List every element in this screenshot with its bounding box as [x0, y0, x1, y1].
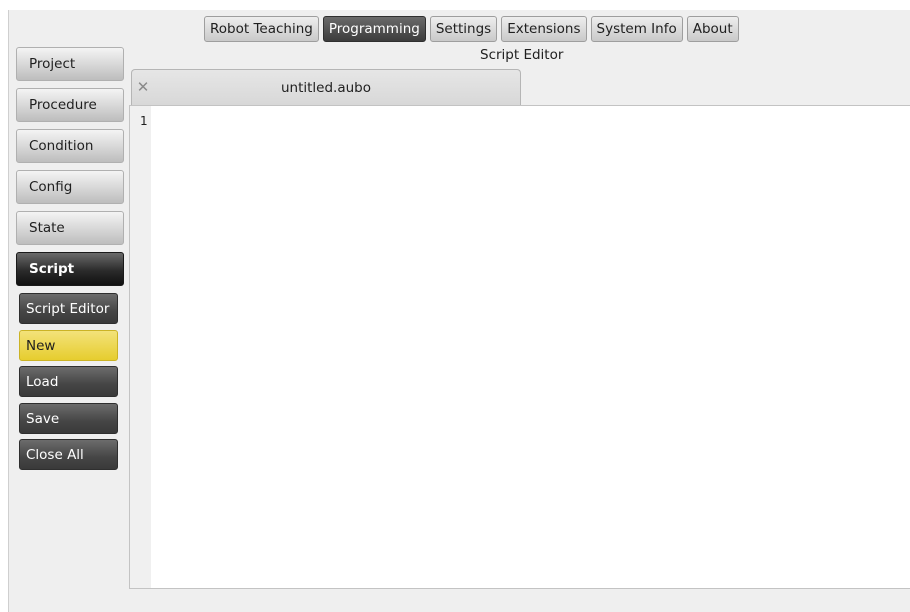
- tab-settings[interactable]: Settings: [429, 16, 498, 42]
- line-number: 1: [140, 114, 148, 128]
- tab-about[interactable]: About: [686, 16, 739, 42]
- save-button[interactable]: Save: [19, 403, 118, 434]
- editor-title: Script Editor: [480, 47, 564, 63]
- tab-programming[interactable]: Programming: [322, 16, 426, 42]
- load-button[interactable]: Load: [19, 366, 118, 397]
- sidebar-item-condition[interactable]: Condition: [16, 129, 124, 163]
- script-editor[interactable]: 1: [129, 105, 910, 589]
- file-tab-name: untitled.aubo: [280, 79, 372, 96]
- line-number-gutter: 1: [130, 106, 151, 588]
- tab-extensions[interactable]: Extensions: [501, 16, 587, 42]
- sidebar-item-config[interactable]: Config: [16, 170, 124, 204]
- code-text-area[interactable]: [152, 106, 910, 588]
- sidebar-item-procedure[interactable]: Procedure: [16, 88, 124, 122]
- close-all-button[interactable]: Close All: [19, 439, 118, 470]
- tab-robot-teaching[interactable]: Robot Teaching: [204, 16, 319, 42]
- file-tab[interactable]: ✕ untitled.aubo: [131, 69, 521, 105]
- script-editor-button[interactable]: Script Editor: [19, 293, 118, 324]
- sidebar-item-script[interactable]: Script: [16, 252, 124, 286]
- tab-system-info[interactable]: System Info: [590, 16, 683, 42]
- sidebar-item-project[interactable]: Project: [16, 47, 124, 81]
- sidebar-item-state[interactable]: State: [16, 211, 124, 245]
- new-button[interactable]: New: [19, 330, 118, 361]
- top-tab-bar: Robot Teaching Programming Settings Exte…: [204, 16, 739, 42]
